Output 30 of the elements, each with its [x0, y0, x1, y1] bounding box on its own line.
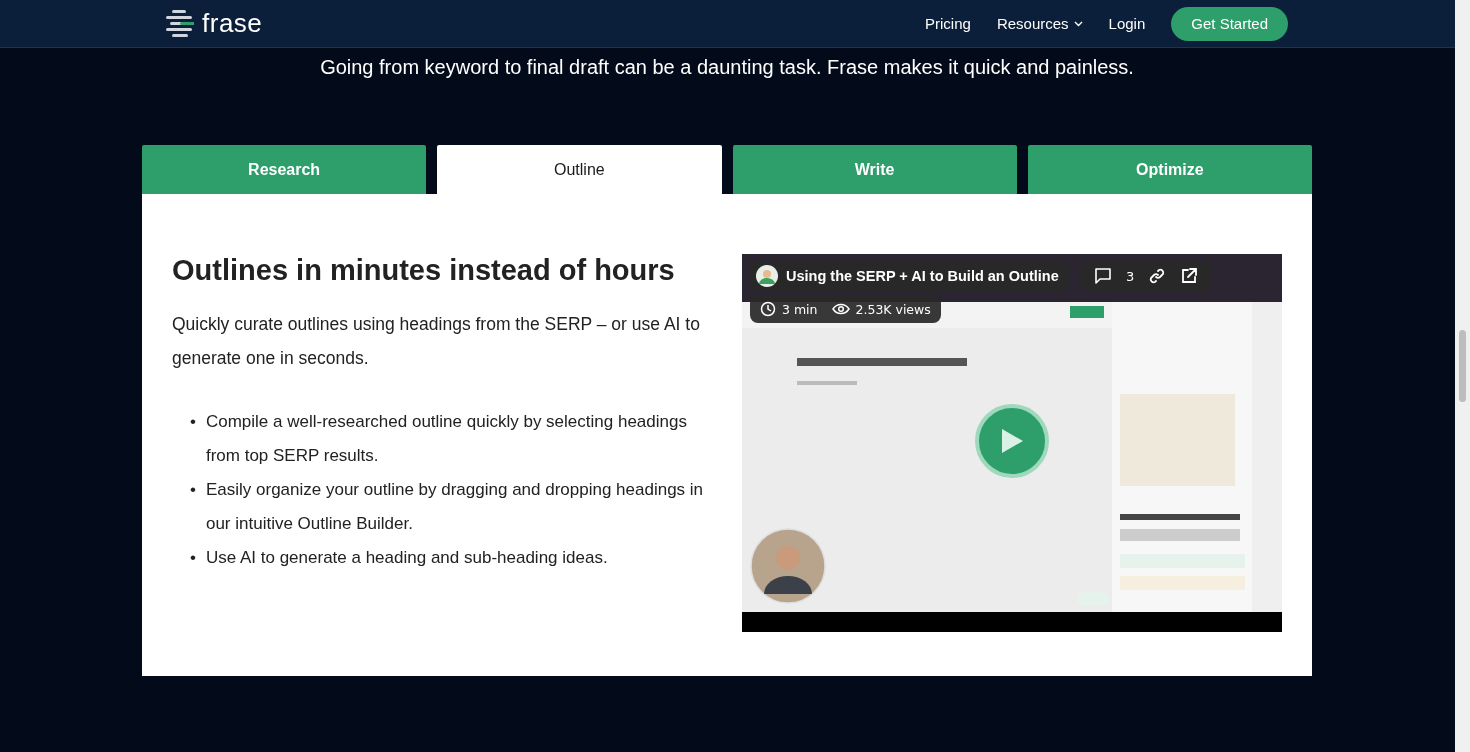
- bullet-item: Easily organize your outline by dragging and dropping headings in our intuitive Outline Builder.: [205, 479, 705, 535]
- intro-text: Going from keyword to final draft can be a daunting task. Frase makes it quick and painless.: [319, 56, 1135, 79]
- link-icon[interactable]: [1148, 267, 1167, 285]
- bullet-item: Use AI to generate a heading and sub-heading ideas.: [205, 547, 609, 569]
- video-player[interactable]: Using the SERP + AI to Build an Outline 3 3 min 2.53K views: [742, 254, 1282, 632]
- nav-link[interactable]: Pricing: [925, 15, 971, 32]
- comment-count: 3: [1126, 268, 1135, 284]
- bullet-marker: •: [190, 411, 196, 433]
- play-icon: [1000, 428, 1024, 454]
- video-views: 2.53K views: [855, 301, 931, 317]
- logo-text[interactable]: frase: [202, 8, 263, 39]
- bullet-marker: •: [190, 547, 196, 569]
- bullet-marker: •: [190, 479, 196, 501]
- clock-icon: [760, 301, 776, 317]
- nav-link[interactable]: Login: [1108, 15, 1146, 32]
- tab[interactable]: Outline: [437, 145, 722, 194]
- eye-icon: [831, 303, 850, 315]
- bullet-item: Compile a well-researched outline quickly by selecting headings from top SERP results.: [205, 411, 688, 467]
- avatar-icon: [756, 265, 778, 287]
- panel-description: Quickly curate outlines using headings from the SERP – or use AI to generate one in seconds.: [172, 313, 701, 370]
- scrollbar[interactable]: [1455, 0, 1470, 752]
- webcam-avatar-icon: [750, 528, 826, 604]
- logo-icon: [166, 9, 196, 38]
- comment-icon[interactable]: [1094, 267, 1112, 285]
- video-duration: 3 min: [782, 301, 818, 317]
- nav-link[interactable]: Resources: [996, 15, 1083, 32]
- panel-heading: Outlines in minutes instead of hours: [172, 254, 676, 287]
- chevron-down-icon: [1073, 20, 1083, 27]
- video-title: Using the SERP + AI to Build an Outline: [786, 268, 1059, 284]
- external-link-icon[interactable]: [1180, 267, 1199, 285]
